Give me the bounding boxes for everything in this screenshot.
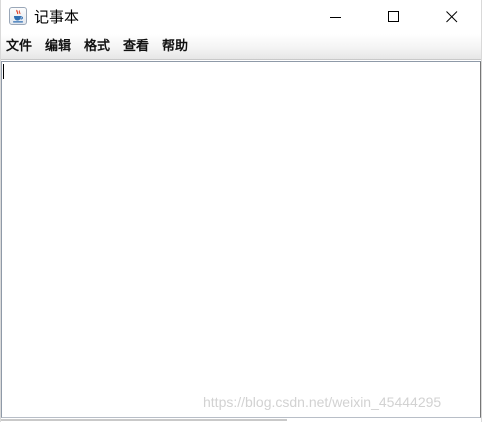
watermark-text: https://blog.csdn.net/weixin_45444295	[203, 394, 442, 410]
text-caret	[3, 64, 4, 79]
text-editor-area[interactable]	[1, 61, 481, 418]
menu-format[interactable]: 格式	[84, 34, 110, 60]
close-icon	[446, 11, 458, 23]
menu-file[interactable]: 文件	[6, 34, 32, 60]
title-bar[interactable]: 记事本	[1, 0, 481, 34]
window-title: 记事本	[34, 8, 80, 26]
java-cup-icon	[9, 7, 27, 25]
window-bottom-edge	[1, 418, 481, 422]
menu-edit[interactable]: 编辑	[45, 34, 71, 60]
maximize-icon	[388, 11, 399, 22]
bottom-scroll-edge	[1, 419, 287, 421]
maximize-button[interactable]	[371, 0, 417, 34]
minimize-icon	[330, 17, 341, 18]
close-button[interactable]	[429, 0, 475, 34]
menu-help[interactable]: 帮助	[162, 34, 188, 60]
menu-view[interactable]: 查看	[123, 34, 149, 60]
notepad-window: 记事本 文件 编辑 格式 查看 帮助 https://blog.csdn.net…	[0, 0, 482, 422]
menu-bar: 文件 编辑 格式 查看 帮助	[1, 34, 481, 60]
minimize-button[interactable]	[313, 0, 359, 34]
